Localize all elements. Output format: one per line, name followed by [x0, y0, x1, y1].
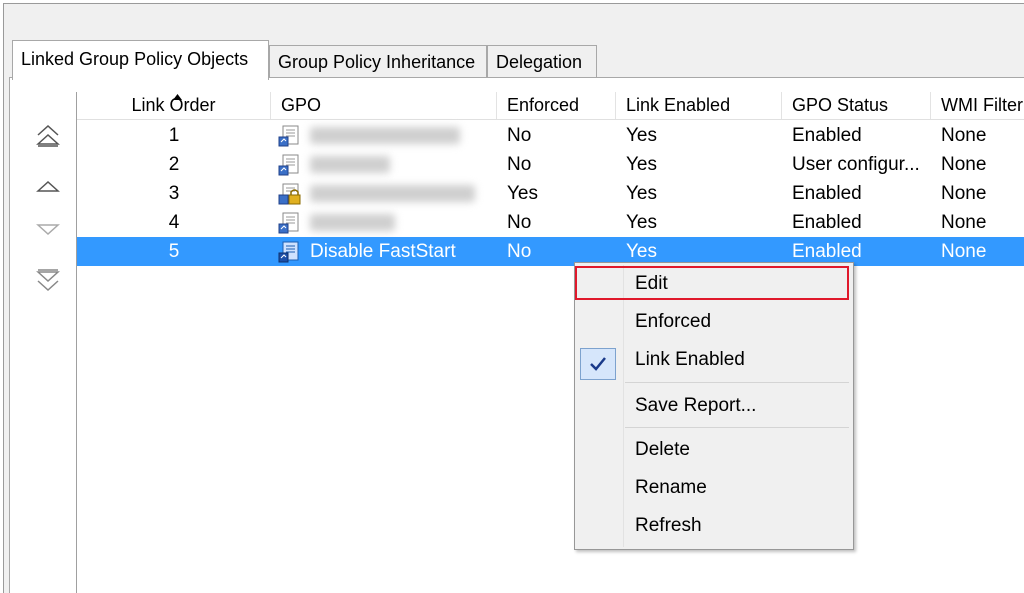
- gpo-name-redacted: [310, 156, 390, 173]
- menu-item-link-enabled[interactable]: Link Enabled: [577, 342, 851, 378]
- menu-item-label: Rename: [635, 477, 707, 498]
- gpo-status-cell: User configur...: [792, 154, 920, 175]
- column-header-wmi-filter[interactable]: WMI Filter: [931, 92, 1024, 119]
- move-to-bottom-button[interactable]: [36, 268, 60, 292]
- column-header-gpo[interactable]: GPO: [271, 92, 497, 119]
- gpo-status-cell: Enabled: [792, 183, 862, 204]
- menu-item-label: Refresh: [635, 515, 702, 536]
- menu-item-label: Save Report...: [635, 395, 757, 416]
- enforced-cell: Yes: [507, 183, 538, 204]
- table-row[interactable]: 2 No Yes User configur... None: [77, 150, 1024, 179]
- gpo-name-redacted: [310, 127, 460, 144]
- gpo-name-cell: Disable FastStart: [310, 241, 456, 262]
- link-order-cell: 4: [168, 212, 180, 233]
- wmi-filter-cell: None: [941, 183, 987, 204]
- menu-item-delete[interactable]: Delete: [577, 432, 851, 468]
- enforced-cell: No: [507, 241, 532, 262]
- enforced-cell: No: [507, 154, 532, 175]
- gpo-name-redacted: [310, 214, 395, 231]
- column-header-link-enabled[interactable]: Link Enabled: [616, 92, 782, 119]
- column-header-gpo-status[interactable]: GPO Status: [782, 92, 931, 119]
- menu-item-label: Link Enabled: [635, 349, 745, 370]
- move-up-button[interactable]: [36, 174, 60, 198]
- link-enabled-cell: Yes: [626, 154, 657, 175]
- gpo-icon: [278, 241, 299, 263]
- column-header-enforced[interactable]: Enforced: [497, 92, 616, 119]
- wmi-filter-cell: None: [941, 212, 987, 233]
- move-up-icon: [36, 180, 60, 192]
- wmi-filter-cell: None: [941, 154, 987, 175]
- menu-separator: [625, 382, 849, 383]
- menu-item-refresh[interactable]: Refresh: [577, 508, 851, 544]
- table-row-selected[interactable]: 5 Disable FastStart No Yes Enabled None: [77, 237, 1024, 266]
- menu-item-rename[interactable]: Rename: [577, 470, 851, 506]
- gpo-icon: [278, 212, 299, 234]
- wmi-filter-cell: None: [941, 125, 987, 146]
- link-order-cell: 2: [168, 154, 180, 175]
- gpo-name-redacted: [310, 185, 475, 202]
- move-down-icon: [36, 224, 60, 236]
- table-row[interactable]: 1 No Yes Enabled None: [77, 121, 1024, 150]
- menu-separator: [625, 427, 849, 428]
- linked-gpo-list[interactable]: Link Order GPO Enforced Link Enabled GPO…: [76, 92, 1024, 593]
- edit-highlight-box: [575, 266, 849, 300]
- gpo-enforced-lock-icon: [278, 183, 301, 205]
- move-to-bottom-icon: [36, 269, 60, 292]
- move-down-button[interactable]: [36, 218, 60, 242]
- column-header-link-order[interactable]: Link Order: [77, 92, 271, 119]
- gpo-status-cell: Enabled: [792, 125, 862, 146]
- enforced-cell: No: [507, 125, 532, 146]
- menu-item-enforced[interactable]: Enforced: [577, 304, 851, 340]
- sort-up-icon: [173, 94, 182, 100]
- link-order-cell: 5: [168, 241, 180, 262]
- context-menu: Edit Enforced Link Enabled Save Report..…: [574, 262, 854, 550]
- link-enabled-cell: Yes: [626, 125, 657, 146]
- wmi-filter-cell: None: [941, 241, 987, 262]
- menu-item-save-report[interactable]: Save Report...: [577, 388, 851, 424]
- gpo-icon: [278, 154, 299, 176]
- tab-gp-inheritance[interactable]: Group Policy Inheritance: [269, 45, 487, 77]
- move-to-top-button[interactable]: [36, 124, 60, 148]
- table-row[interactable]: 3 Yes Yes Enabled None: [77, 179, 1024, 208]
- gpo-status-cell: Enabled: [792, 212, 862, 233]
- enforced-cell: No: [507, 212, 532, 233]
- link-order-cell: 3: [168, 183, 180, 204]
- tab-delegation[interactable]: Delegation: [487, 45, 597, 77]
- column-header-row: Link Order GPO Enforced Link Enabled GPO…: [77, 92, 1024, 120]
- link-enabled-cell: Yes: [626, 212, 657, 233]
- tab-linked-gpos[interactable]: Linked Group Policy Objects: [12, 40, 269, 80]
- menu-item-label: Delete: [635, 439, 690, 460]
- move-to-top-icon: [36, 124, 60, 147]
- link-order-cell: 1: [168, 125, 180, 146]
- table-row[interactable]: 4 No Yes Enabled None: [77, 208, 1024, 237]
- gpo-icon: [278, 125, 299, 147]
- link-enabled-cell: Yes: [626, 183, 657, 204]
- menu-item-label: Enforced: [635, 311, 712, 332]
